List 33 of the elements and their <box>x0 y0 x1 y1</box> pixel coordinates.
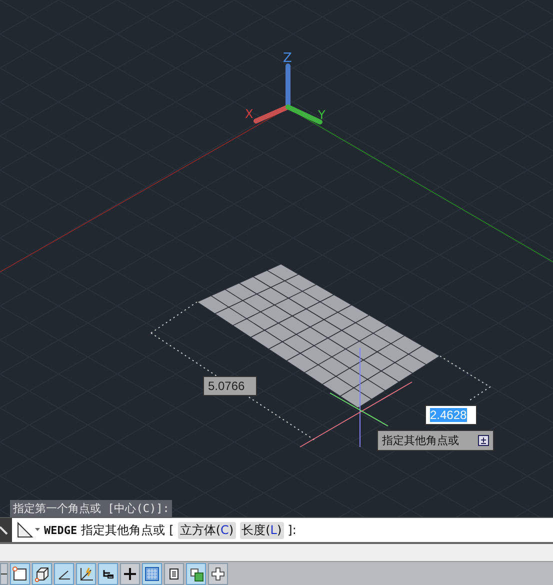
wedge-icon[interactable] <box>16 521 40 539</box>
dimension-input[interactable]: 5.0766 <box>203 376 257 396</box>
bracket: ]: <box>288 523 296 537</box>
cross-outline-icon <box>210 566 226 582</box>
command-option[interactable]: 长度(L) <box>240 522 284 538</box>
dash-icon <box>1 572 7 576</box>
checkered-square-icon <box>144 566 160 582</box>
axes-icon <box>78 566 94 582</box>
axis-label: Y <box>318 108 326 122</box>
status-toggle-button[interactable] <box>164 563 184 585</box>
axis-label: X <box>245 107 254 121</box>
command-name: WEDGE <box>44 524 78 536</box>
status-toggle-button[interactable] <box>98 563 118 585</box>
rectangle-icon <box>12 566 28 582</box>
tooltip-text: 指定其他角点或 <box>382 433 459 448</box>
bracket: [ <box>169 523 174 537</box>
status-toggle-button[interactable] <box>186 563 206 585</box>
expand-icon[interactable] <box>478 435 489 446</box>
axis-label: Z <box>283 51 292 66</box>
plus-icon <box>122 566 138 582</box>
status-toggle-button[interactable] <box>120 563 140 585</box>
command-option[interactable]: 立方体(C) <box>178 522 236 538</box>
cube-icon <box>34 566 50 582</box>
status-toggle-button[interactable] <box>54 563 74 585</box>
status-toggle-button[interactable] <box>208 563 228 585</box>
dimension-line <box>440 356 491 400</box>
status-toggle-button[interactable] <box>32 563 52 585</box>
status-toggle-button[interactable] <box>10 563 30 585</box>
command-prompt: 指定其他角点或 <box>81 522 166 538</box>
status-toggle-button[interactable] <box>0 563 8 585</box>
status-toggle-button[interactable] <box>76 563 96 585</box>
stacked-squares-icon <box>188 566 204 582</box>
status-toggle-button[interactable] <box>142 563 162 585</box>
